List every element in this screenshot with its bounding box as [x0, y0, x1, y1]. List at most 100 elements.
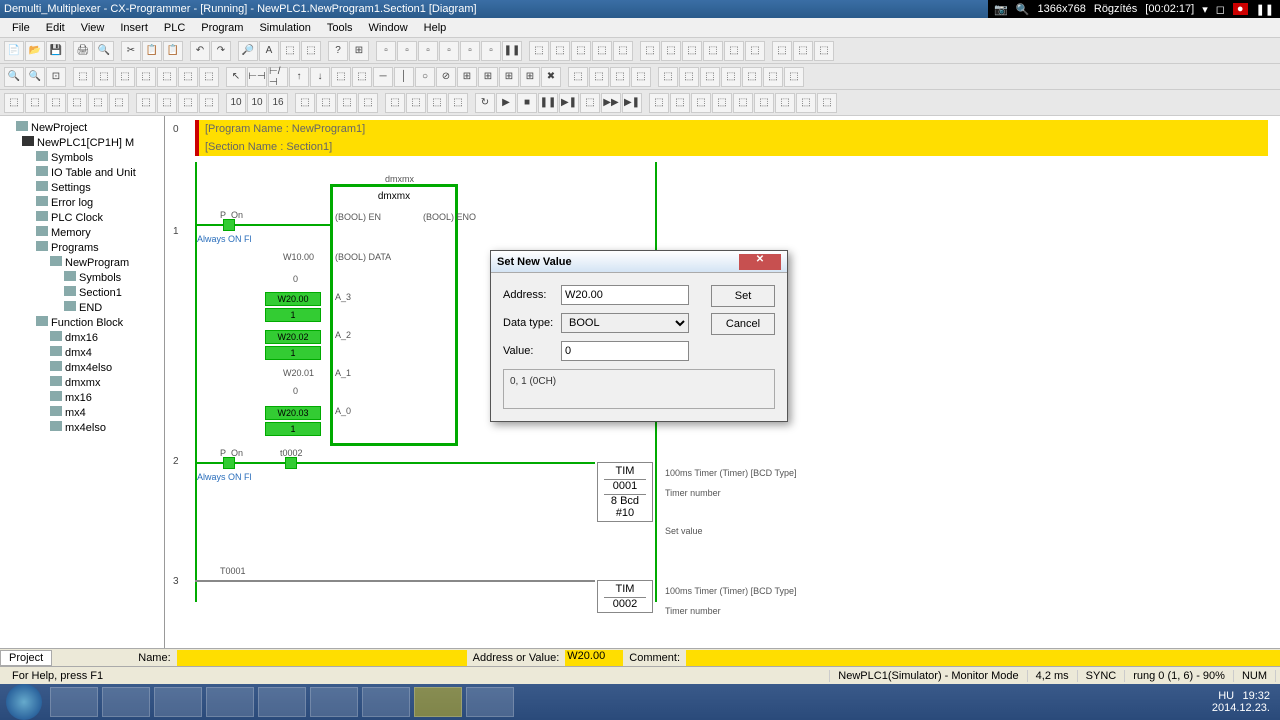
menu-view[interactable]: View — [73, 20, 113, 36]
t3ab[interactable]: ⬚ — [754, 93, 774, 113]
taskbar-cxprog[interactable] — [414, 687, 462, 717]
rec-record-icon[interactable]: ● — [1233, 3, 1248, 15]
start-button[interactable] — [6, 684, 42, 720]
t3v[interactable]: ⬚ — [580, 93, 600, 113]
t3f[interactable]: ⬚ — [109, 93, 129, 113]
tb-l[interactable]: ⬚ — [550, 41, 570, 61]
t2l[interactable]: ⊞ — [478, 67, 498, 87]
zoom-out-icon[interactable]: 🔍 — [25, 67, 45, 87]
t3n[interactable]: ⬚ — [295, 93, 315, 113]
pause-icon[interactable]: ❚❚ — [502, 41, 522, 61]
new-icon[interactable]: 📄 — [4, 41, 24, 61]
cut-icon[interactable]: ✂ — [121, 41, 141, 61]
copy-icon[interactable]: 📋 — [142, 41, 162, 61]
tim-box-1[interactable]: TIM 0001 8 Bcd #10 — [597, 462, 653, 522]
t3t[interactable]: ⬚ — [427, 93, 447, 113]
t3x[interactable]: ⬚ — [670, 93, 690, 113]
menu-program[interactable]: Program — [193, 20, 251, 36]
menu-insert[interactable]: Insert — [112, 20, 156, 36]
t3u[interactable]: ⬚ — [448, 93, 468, 113]
t2m[interactable]: ⊞ — [499, 67, 519, 87]
rec-down-icon[interactable]: ▾ — [1202, 3, 1208, 16]
t3ad[interactable]: ⬚ — [796, 93, 816, 113]
tb-c[interactable]: ⬚ — [301, 41, 321, 61]
dialog-close-button[interactable]: ✕ — [739, 254, 781, 270]
t2i[interactable]: ↓ — [310, 67, 330, 87]
dialog-titlebar[interactable]: Set New Value ✕ — [491, 251, 787, 273]
t2c[interactable]: ⬚ — [115, 67, 135, 87]
project-tab[interactable]: Project — [0, 650, 52, 666]
tb-n[interactable]: ⬚ — [592, 41, 612, 61]
undo-icon[interactable]: ↶ — [190, 41, 210, 61]
vline-icon[interactable]: │ — [394, 67, 414, 87]
tb-s[interactable]: ⬚ — [703, 41, 723, 61]
taskbar-media[interactable] — [154, 687, 202, 717]
tb-o[interactable]: ⬚ — [613, 41, 633, 61]
system-tray[interactable]: HU 19:32 2014.12.23. — [1202, 690, 1280, 714]
open-icon[interactable]: 📂 — [25, 41, 45, 61]
menu-window[interactable]: Window — [361, 20, 416, 36]
paste-icon[interactable]: 📋 — [163, 41, 183, 61]
t2t[interactable]: ⬚ — [658, 67, 678, 87]
play-icon[interactable]: ▶ — [496, 93, 516, 113]
t2y[interactable]: ⬚ — [763, 67, 783, 87]
t2e[interactable]: ⬚ — [157, 67, 177, 87]
t2d[interactable]: ⬚ — [136, 67, 156, 87]
taskbar-app2[interactable] — [362, 687, 410, 717]
cancel-button[interactable]: Cancel — [711, 313, 775, 335]
t2o[interactable]: ✖ — [541, 67, 561, 87]
t3s[interactable]: ⬚ — [406, 93, 426, 113]
t3e[interactable]: ⬚ — [88, 93, 108, 113]
tb-m[interactable]: ⬚ — [571, 41, 591, 61]
refresh-icon[interactable]: ↻ — [475, 93, 495, 113]
t3r[interactable]: ⬚ — [385, 93, 405, 113]
t2f[interactable]: ⬚ — [178, 67, 198, 87]
tb-v[interactable]: ⬚ — [772, 41, 792, 61]
tb-i[interactable]: ▫ — [460, 41, 480, 61]
name-field[interactable] — [177, 650, 467, 666]
datatype-select[interactable]: BOOL — [561, 313, 689, 333]
tb-q[interactable]: ⬚ — [661, 41, 681, 61]
zoom-fit-icon[interactable]: ⊡ — [46, 67, 66, 87]
taskbar-chrome[interactable] — [310, 687, 358, 717]
t3q[interactable]: ⬚ — [358, 93, 378, 113]
t2z[interactable]: ⬚ — [784, 67, 804, 87]
t3g[interactable]: ⬚ — [136, 93, 156, 113]
t2s[interactable]: ⬚ — [631, 67, 651, 87]
t2q[interactable]: ⬚ — [589, 67, 609, 87]
help-icon[interactable]: ? — [328, 41, 348, 61]
tb-t[interactable]: ⬚ — [724, 41, 744, 61]
t3h[interactable]: ⬚ — [157, 93, 177, 113]
taskbar-ie[interactable] — [50, 687, 98, 717]
t3ac[interactable]: ⬚ — [775, 93, 795, 113]
t3i[interactable]: ⬚ — [178, 93, 198, 113]
tb-h[interactable]: ▫ — [439, 41, 459, 61]
t2n[interactable]: ⊞ — [520, 67, 540, 87]
menu-file[interactable]: File — [4, 20, 38, 36]
t2p[interactable]: ⬚ — [568, 67, 588, 87]
w2002-cell[interactable]: W20.02 — [265, 330, 321, 344]
contact-nc-icon[interactable]: ⊢/⊣ — [268, 67, 288, 87]
tb-u[interactable]: ⬚ — [745, 41, 765, 61]
menu-help[interactable]: Help — [416, 20, 455, 36]
t3y[interactable]: ⬚ — [691, 93, 711, 113]
t2a[interactable]: ⬚ — [73, 67, 93, 87]
ff-icon[interactable]: ▶▶ — [601, 93, 621, 113]
coil-icon[interactable]: ○ — [415, 67, 435, 87]
tb-a[interactable]: A — [259, 41, 279, 61]
t2w[interactable]: ⬚ — [721, 67, 741, 87]
t2v[interactable]: ⬚ — [700, 67, 720, 87]
stop-icon[interactable]: ■ — [517, 93, 537, 113]
pause2-icon[interactable]: ❚❚ — [538, 93, 558, 113]
t3j[interactable]: ⬚ — [199, 93, 219, 113]
t2u[interactable]: ⬚ — [679, 67, 699, 87]
w2003-cell[interactable]: W20.03 — [265, 406, 321, 420]
t2b[interactable]: ⬚ — [94, 67, 114, 87]
taskbar-firefox[interactable] — [206, 687, 254, 717]
t2x[interactable]: ⬚ — [742, 67, 762, 87]
taskbar-explorer[interactable] — [102, 687, 150, 717]
t3l[interactable]: 10 — [247, 93, 267, 113]
zoom-in-icon[interactable]: 🔍 — [4, 67, 24, 87]
w2000-cell[interactable]: W20.00 — [265, 292, 321, 306]
t2r[interactable]: ⬚ — [610, 67, 630, 87]
